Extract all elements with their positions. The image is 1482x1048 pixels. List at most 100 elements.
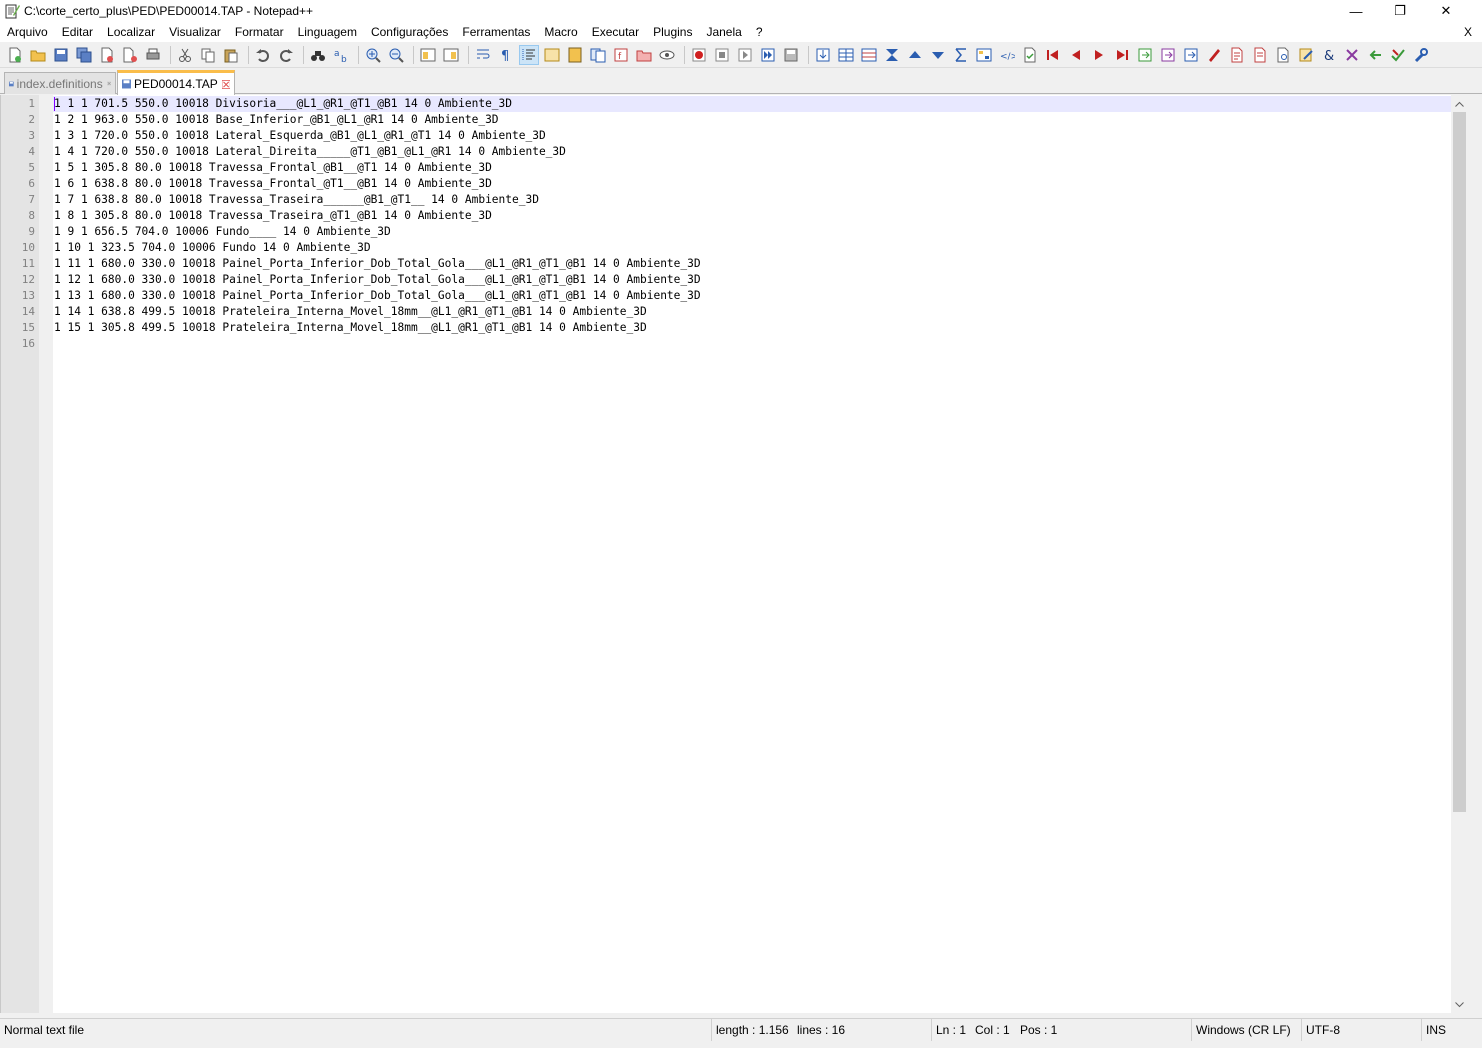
code-line[interactable]: 1 5 1 305.8 80.0 10018 Travessa_Frontal_… xyxy=(54,160,492,176)
plugin-button-18[interactable] xyxy=(1204,45,1224,65)
plugin-button-13[interactable] xyxy=(1089,45,1109,65)
plugin-button-14[interactable] xyxy=(1112,45,1132,65)
plugin-button-16[interactable] xyxy=(1158,45,1178,65)
plugin-button-24[interactable] xyxy=(1342,45,1362,65)
function-list-button[interactable]: f xyxy=(611,45,631,65)
restore-button[interactable]: ❐ xyxy=(1377,0,1423,22)
doc-list-button[interactable] xyxy=(588,45,608,65)
plugin-button-20[interactable] xyxy=(1250,45,1270,65)
text-area[interactable]: 1 1 1 701.5 550.0 10018 Divisoria___@L1_… xyxy=(53,95,1453,1013)
plugin-button-23[interactable]: & xyxy=(1319,45,1339,65)
zoom-in-button[interactable] xyxy=(363,45,383,65)
plugin-button-6[interactable] xyxy=(928,45,948,65)
code-line[interactable]: 1 12 1 680.0 330.0 10018 Painel_Porta_In… xyxy=(54,272,701,288)
sync-vertical-button[interactable] xyxy=(418,45,438,65)
plugin-button-10[interactable] xyxy=(1020,45,1040,65)
code-line[interactable]: 1 4 1 720.0 550.0 10018 Lateral_Direita_… xyxy=(54,144,566,160)
plugin-button-2[interactable] xyxy=(836,45,856,65)
close-window-button[interactable]: ✕ xyxy=(1423,0,1469,22)
plugin-button-17[interactable] xyxy=(1181,45,1201,65)
plugin-button-15[interactable] xyxy=(1135,45,1155,65)
close-tab-icon[interactable] xyxy=(221,79,230,90)
show-all-chars-button[interactable]: ¶ xyxy=(496,45,516,65)
close-document-button[interactable]: X xyxy=(1464,22,1472,42)
minimize-button[interactable]: — xyxy=(1333,0,1379,22)
close-all-button[interactable] xyxy=(120,45,140,65)
vertical-scrollbar[interactable] xyxy=(1451,95,1468,1013)
macro-record-button[interactable] xyxy=(689,45,709,65)
scroll-down-arrow[interactable] xyxy=(1451,996,1468,1013)
menu-ferramentas[interactable]: Ferramentas xyxy=(455,22,537,42)
plugin-button-22[interactable] xyxy=(1296,45,1316,65)
menu-configuracoes[interactable]: Configurações xyxy=(364,22,455,42)
word-wrap-button[interactable] xyxy=(473,45,493,65)
cut-button[interactable] xyxy=(175,45,195,65)
menu-localizar[interactable]: Localizar xyxy=(100,22,162,42)
plugin-button-19[interactable] xyxy=(1227,45,1247,65)
code-line[interactable]: 1 13 1 680.0 330.0 10018 Painel_Porta_In… xyxy=(54,288,701,304)
menu-help[interactable]: ? xyxy=(749,22,770,42)
plugin-button-5[interactable] xyxy=(905,45,925,65)
code-line[interactable]: 1 11 1 680.0 330.0 10018 Painel_Porta_In… xyxy=(54,256,701,272)
folder-workspace-button[interactable] xyxy=(634,45,654,65)
zoom-out-button[interactable] xyxy=(386,45,406,65)
menu-plugins[interactable]: Plugins xyxy=(646,22,699,42)
code-line[interactable]: 1 7 1 638.8 80.0 10018 Travessa_Traseira… xyxy=(54,192,539,208)
monitoring-button[interactable] xyxy=(657,45,677,65)
plugin-button-21[interactable] xyxy=(1273,45,1293,65)
redo-button[interactable] xyxy=(276,45,296,65)
menu-janela[interactable]: Janela xyxy=(699,22,748,42)
tab-ped00014[interactable]: PED00014.TAP xyxy=(117,70,235,95)
menu-arquivo[interactable]: Arquivo xyxy=(0,22,55,42)
scroll-up-arrow[interactable] xyxy=(1451,95,1468,112)
macro-play-multiple-button[interactable] xyxy=(758,45,778,65)
save-all-button[interactable] xyxy=(74,45,94,65)
code-line[interactable]: 1 9 1 656.5 704.0 10006 Fundo____ 14 0 A… xyxy=(54,224,391,240)
plugin-button-11[interactable] xyxy=(1043,45,1063,65)
macro-play-button[interactable] xyxy=(735,45,755,65)
tab-index-definitions[interactable]: index.definitions xyxy=(4,72,116,94)
menu-linguagem[interactable]: Linguagem xyxy=(291,22,364,42)
open-file-button[interactable] xyxy=(28,45,48,65)
code-line[interactable]: 1 15 1 305.8 499.5 10018 Prateleira_Inte… xyxy=(54,320,647,336)
user-language-button[interactable] xyxy=(542,45,562,65)
plugin-button-3[interactable] xyxy=(859,45,879,65)
code-line[interactable]: 1 6 1 638.8 80.0 10018 Travessa_Frontal_… xyxy=(54,176,492,192)
save-button[interactable] xyxy=(51,45,71,65)
plugin-button-1[interactable] xyxy=(813,45,833,65)
macro-stop-button[interactable] xyxy=(712,45,732,65)
code-line[interactable]: 1 8 1 305.8 80.0 10018 Travessa_Traseira… xyxy=(54,208,492,224)
close-button[interactable] xyxy=(97,45,117,65)
copy-button[interactable] xyxy=(198,45,218,65)
code-line[interactable]: 1 2 1 963.0 550.0 10018 Base_Inferior_@B… xyxy=(54,112,499,128)
code-line[interactable]: 1 14 1 638.8 499.5 10018 Prateleira_Inte… xyxy=(54,304,647,320)
plugin-button-4[interactable] xyxy=(882,45,902,65)
menu-editar[interactable]: Editar xyxy=(55,22,100,42)
paste-button[interactable] xyxy=(221,45,241,65)
code-line[interactable]: 1 10 1 323.5 704.0 10006 Fundo 14 0 Ambi… xyxy=(54,240,371,256)
plugin-button-12[interactable] xyxy=(1066,45,1086,65)
undo-button[interactable] xyxy=(253,45,273,65)
plugin-button-26[interactable] xyxy=(1388,45,1408,65)
code-line[interactable]: 1 1 1 701.5 550.0 10018 Divisoria___@L1_… xyxy=(54,96,512,112)
indent-guide-button[interactable] xyxy=(519,44,539,65)
print-button[interactable] xyxy=(143,45,163,65)
menu-formatar[interactable]: Formatar xyxy=(228,22,291,42)
scrollbar-thumb[interactable] xyxy=(1453,112,1466,812)
close-tab-icon[interactable] xyxy=(106,78,111,89)
sync-horizontal-button[interactable] xyxy=(441,45,461,65)
doc-map-button[interactable] xyxy=(565,45,585,65)
find-button[interactable] xyxy=(308,45,328,65)
editor[interactable]: 1 2 3 4 5 6 7 8 9 10 11 12 13 14 15 16 1 1 1 701.5 550.… xyxy=(0,95,1468,1013)
plugin-button-8[interactable] xyxy=(974,45,994,65)
replace-button[interactable]: ab xyxy=(331,45,351,65)
macro-save-button[interactable] xyxy=(781,45,801,65)
plugin-button-27[interactable] xyxy=(1411,45,1431,65)
code-line[interactable]: 1 3 1 720.0 550.0 10018 Lateral_Esquerda… xyxy=(54,128,546,144)
menu-macro[interactable]: Macro xyxy=(537,22,584,42)
menu-executar[interactable]: Executar xyxy=(585,22,646,42)
menu-visualizar[interactable]: Visualizar xyxy=(162,22,228,42)
plugin-button-9[interactable]: </> xyxy=(997,45,1017,65)
plugin-button-25[interactable] xyxy=(1365,45,1385,65)
new-file-button[interactable] xyxy=(5,45,25,65)
